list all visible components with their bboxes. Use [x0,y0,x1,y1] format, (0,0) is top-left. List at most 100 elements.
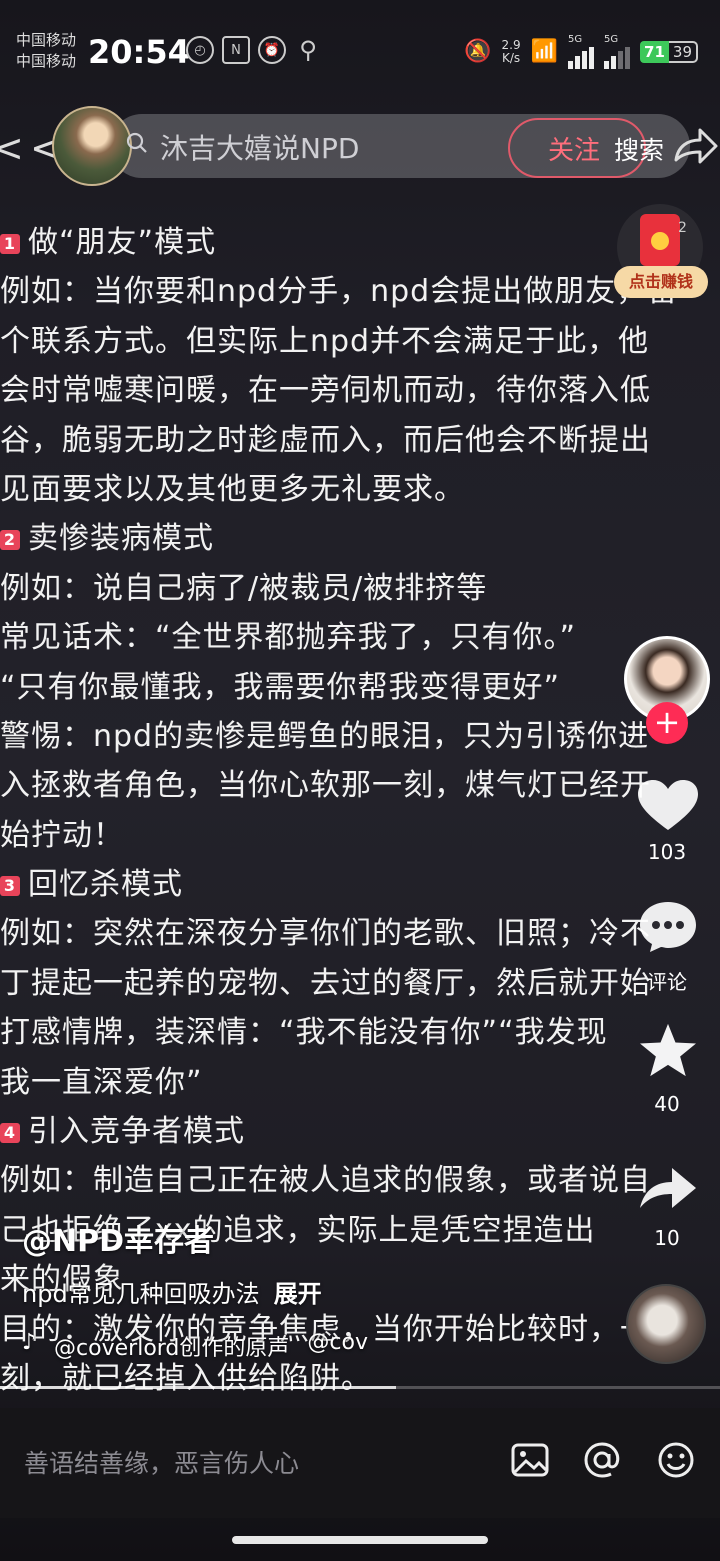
battery-extra: 39 [668,40,698,63]
earn-label[interactable]: 点击赚钱 [614,266,708,298]
post-line: 例如：当你要和npd分手，npd会提出做朋友，留 [0,267,720,316]
post-line-text: 始拧动！ [0,817,124,853]
network-speed-value: 2.9 [501,37,521,52]
post-description: npd常见几种回吸办法 展开 [22,1274,322,1309]
post-line: 打感情牌，装深情：“我不能没有你”“我发现 [0,1008,720,1057]
post-line: 谷，脆弱无助之时趁虚而入，而后他会不断提出 [0,416,720,465]
post-line-text: 引入竞争者模式 [28,1114,245,1150]
post-line: 个联系方式。但实际上npd并不会满足于此，他 [0,317,720,366]
nfc-icon: N [222,36,250,64]
music-disc[interactable] [626,1284,706,1364]
carrier-label: 中国移动 中国移动 [16,30,76,72]
post-line-text: 常见话术：“全世界都抛弃我了，只有你。” [0,620,577,656]
network-speed: 2.9 K/s [501,37,521,65]
music-author: @cov [307,1330,368,1355]
location-icon: ⚲ [299,36,317,64]
red-packet-coin [651,232,669,250]
image-icon[interactable] [510,1440,550,1480]
post-line-text: “只有你最懂我，我需要你帮我变得更好” [0,669,561,705]
post-line: 始拧动！ [0,811,720,860]
number-badge-icon: 4 [0,1123,20,1144]
post-line: “只有你最懂我，我需要你帮我变得更好” [0,663,720,712]
music-title: @coverlord创作的原声 [54,1336,290,1361]
post-line: 例如：突然在深夜分享你们的老歌、旧照；冷不 [0,909,720,958]
post-line: 会时常嘘寒问暖，在一旁伺机而动，待你落入低 [0,366,720,415]
number-badge-icon: 1 [0,234,20,254]
post-line-text: 丁提起一起养的宠物、去过的餐厅，然后就开始 [0,965,651,1001]
post-line: 我一直深爱你” [0,1058,720,1107]
post-line: 例如：制造自己正在被人追求的假象，或者说自 [0,1156,720,1205]
post-line-text: 入拯救者角色，当你心软那一刻，煤气灯已经开 [0,768,651,804]
post-line-text: 警惕：npd的卖惨是鳄鱼的眼泪，只为引诱你进 [0,718,650,754]
follow-label: 关注 [548,135,601,166]
signal-2-label: 5G [604,34,619,45]
signal-1-label: 5G [568,34,583,45]
emoji-icon[interactable] [656,1440,696,1480]
post-line-text: 例如：当你要和npd分手，npd会提出做朋友，留 [0,274,679,310]
post-line: 丁提起一起养的宠物、去过的餐厅，然后就开始 [0,959,720,1008]
post-line: 入拯救者角色，当你心软那一刻，煤气灯已经开 [0,761,720,810]
post-line-text: 例如：说自己病了/被裁员/被排挤等 [0,570,488,606]
clock: 20:54 [88,33,190,71]
status-icons: ◴ N ⏰ ⚲ [186,36,322,64]
like-count: 103 [647,840,687,864]
author-username[interactable]: @NPD幸存者 [22,1216,214,1260]
account-avatar[interactable] [52,106,132,186]
post-line-text: 见面要求以及其他更多无礼要求。 [0,471,465,507]
back-icon[interactable]: < [0,126,24,170]
signal-2: 5G [604,34,631,69]
post-line: 例如：说自己病了/被裁员/被排挤等 [0,564,720,613]
forward-icon[interactable] [636,1160,700,1216]
comment-input[interactable]: 善语结善缘，恶言伤人心 [24,1444,299,1480]
comment-label: 评论 [647,970,687,994]
signal-2-bars [604,45,631,69]
signal-1: 5G [568,34,595,69]
post-line: 4 引入竞争者模式 [0,1107,720,1156]
post-line-text: 例如：制造自己正在被人追求的假象，或者说自 [0,1163,651,1199]
signal-1-bars [568,45,595,69]
mention-icon[interactable] [582,1440,622,1480]
heart-icon[interactable] [636,778,700,834]
post-line: 1 做“朋友”模式 [0,218,720,267]
search-icon [126,132,147,153]
follow-plus-button[interactable]: + [646,702,688,744]
home-indicator[interactable] [232,1536,488,1544]
description-text: npd常见几种回吸办法 [22,1280,260,1308]
post-line-text: 我一直深爱你” [0,1064,203,1100]
mute-icon: 🔕 [464,39,492,64]
progress-fill [0,1386,396,1389]
share-icon[interactable] [670,124,720,168]
post-line: 3 回忆杀模式 [0,860,720,909]
post-line: 见面要求以及其他更多无礼要求。 [0,465,720,514]
music-info[interactable]: ♪ @coverlord创作的原声 @cov [22,1330,368,1362]
post-line-text: 刻，就已经掉入供给陷阱。 [0,1360,372,1396]
favorite-count: 40 [654,1092,680,1116]
star-icon[interactable] [636,1022,700,1078]
comment-icon[interactable] [636,898,700,954]
music-note-icon: ♪ [22,1330,37,1355]
expand-button[interactable]: 展开 [274,1280,322,1308]
number-badge-icon: 2 [0,530,20,551]
carrier-2: 中国移动 [16,52,77,70]
speed-icon: ◴ [186,36,214,64]
red-packet-badge: 2 [678,220,687,236]
post-line-text: 个联系方式。但实际上npd并不会满足于此，他 [0,323,650,359]
search-button[interactable]: 搜索 [614,131,664,167]
share-count: 10 [654,1226,680,1250]
post-line-text: 谷，脆弱无助之时趁虚而入，而后他会不断提出 [0,422,651,458]
battery-level: 71 [640,40,669,63]
carrier-1: 中国移动 [16,31,77,49]
search-query: 沐吉大嬉说NPD [160,132,360,165]
post-line-text: 做“朋友”模式 [28,225,217,260]
post-line: 常见话术：“全世界都抛弃我了，只有你。” [0,613,720,662]
post-line: 2 卖惨装病模式 [0,514,720,563]
wifi-icon: 📶 [530,39,559,64]
status-right: 🔕 2.9 K/s 📶 5G 5G 71 39 [464,34,698,69]
post-line: 警惕：npd的卖惨是鳄鱼的眼泪，只为引诱你进 [0,712,720,761]
network-speed-unit: K/s [501,50,521,65]
number-badge-icon: 3 [0,876,20,897]
post-line-text: 会时常嘘寒问暖，在一旁伺机而动，待你落入低 [0,373,651,409]
post-line-text: 例如：突然在深夜分享你们的老歌、旧照；冷不 [0,916,651,952]
battery: 71 39 [640,40,698,63]
post-line-text: 卖惨装病模式 [28,521,214,557]
